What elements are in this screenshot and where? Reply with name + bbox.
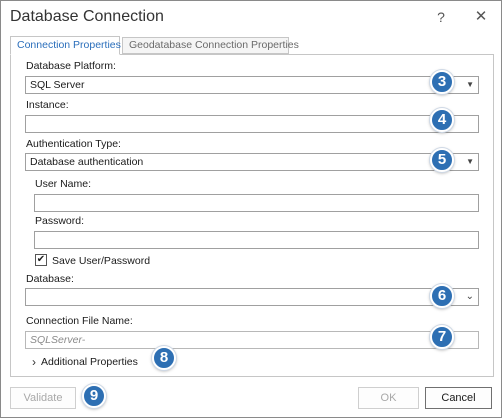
callout-badge-6: 6 xyxy=(430,284,454,308)
auth-type-dropdown[interactable]: Database authentication ▼ xyxy=(25,153,479,171)
database-connection-dialog: Database Connection ? ✕ Connection Prope… xyxy=(0,0,502,418)
platform-label: Database Platform: xyxy=(26,60,116,72)
tab-connection-properties[interactable]: Connection Properties xyxy=(10,36,121,55)
validate-button[interactable]: Validate xyxy=(10,387,76,409)
callout-badge-3: 3 xyxy=(430,70,454,94)
file-name-label: Connection File Name: xyxy=(26,315,133,327)
file-name-placeholder: SQLServer- xyxy=(30,334,86,346)
callout-badge-5: 5 xyxy=(430,148,454,172)
auth-type-label: Authentication Type: xyxy=(26,138,121,150)
file-name-input[interactable]: SQLServer- xyxy=(25,331,479,349)
callout-badge-8: 8 xyxy=(152,346,176,370)
chevron-right-icon[interactable]: › xyxy=(32,355,36,369)
chevron-down-icon: ⌄ xyxy=(465,291,474,302)
instance-label: Instance: xyxy=(26,99,69,111)
database-dropdown[interactable]: ⌄ xyxy=(25,288,479,306)
close-button[interactable]: ✕ xyxy=(472,8,490,26)
chevron-down-icon: ▼ xyxy=(466,157,474,166)
dialog-title: Database Connection xyxy=(10,8,164,25)
platform-value: SQL Server xyxy=(30,79,85,91)
checkmark-icon: ✔ xyxy=(36,254,46,265)
password-label: Password: xyxy=(35,215,85,227)
save-credentials-label: Save User/Password xyxy=(52,255,151,267)
save-credentials-checkbox[interactable]: ✔ xyxy=(35,254,47,266)
callout-badge-4: 4 xyxy=(430,108,454,132)
username-label: User Name: xyxy=(35,178,92,190)
callout-badge-7: 7 xyxy=(430,325,454,349)
auth-type-value: Database authentication xyxy=(30,156,144,168)
database-label: Database: xyxy=(26,273,74,285)
password-input[interactable] xyxy=(34,231,479,249)
cancel-button[interactable]: Cancel xyxy=(425,387,492,409)
chevron-down-icon: ▼ xyxy=(466,80,474,89)
title-bar: Database Connection ? ✕ xyxy=(1,1,501,33)
username-input[interactable] xyxy=(34,194,479,212)
callout-badge-9: 9 xyxy=(82,384,106,408)
tab-geodatabase-connection-properties[interactable]: Geodatabase Connection Properties xyxy=(122,37,299,54)
platform-dropdown[interactable]: SQL Server ▼ xyxy=(25,76,479,94)
instance-input[interactable] xyxy=(25,115,479,133)
ok-button[interactable]: OK xyxy=(358,387,419,409)
help-button[interactable]: ? xyxy=(433,9,449,25)
additional-properties-toggle[interactable]: Additional Properties xyxy=(41,356,138,368)
